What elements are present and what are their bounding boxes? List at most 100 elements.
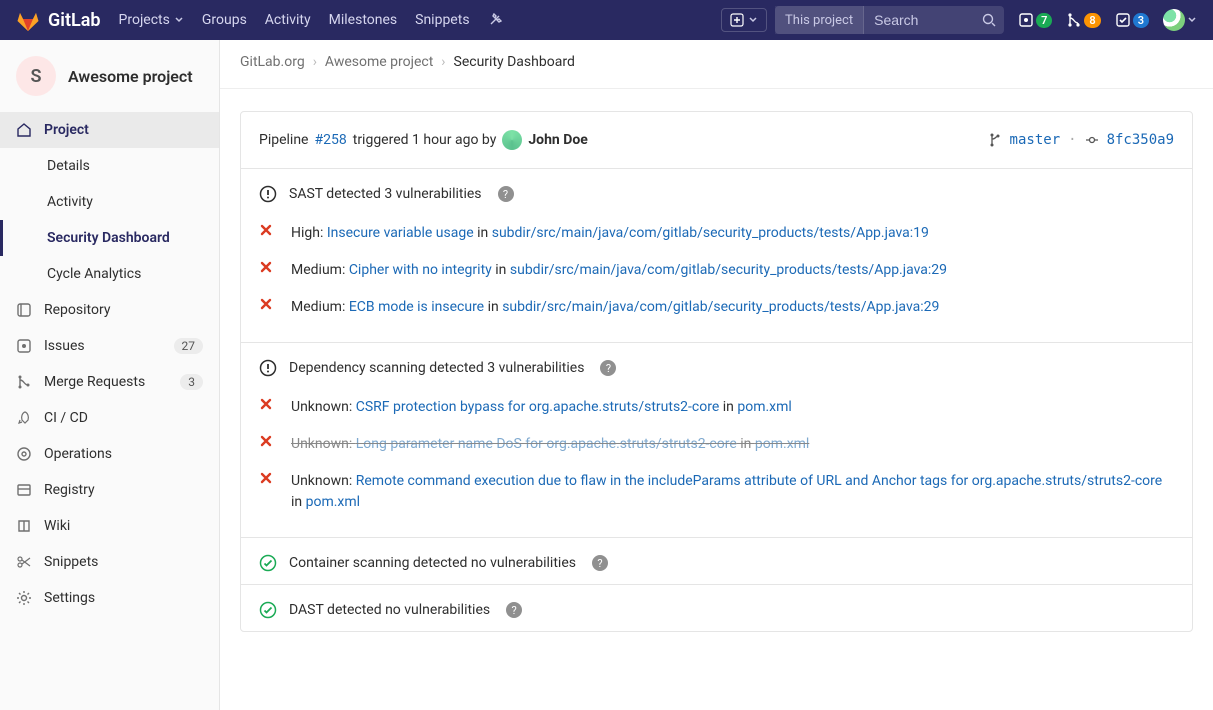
- vuln-name-link[interactable]: Long parameter name DoS for org.apache.s…: [356, 436, 737, 452]
- vuln-path-link[interactable]: subdir/src/main/java/com/gitlab/security…: [492, 225, 929, 241]
- sidebar-item-label: Merge Requests: [44, 374, 145, 390]
- vuln-path-link[interactable]: subdir/src/main/java/com/gitlab/security…: [502, 299, 939, 315]
- vuln-name-link[interactable]: Insecure variable usage: [327, 225, 474, 241]
- vuln-name-link[interactable]: ECB mode is insecure: [349, 299, 484, 315]
- sidebar-item-label: Snippets: [44, 554, 98, 570]
- search-input[interactable]: [864, 12, 974, 28]
- vuln-name-link[interactable]: Cipher with no integrity: [349, 262, 492, 278]
- sidebar-item-label: CI / CD: [44, 410, 88, 426]
- help-icon[interactable]: ?: [600, 360, 616, 376]
- nav-projects[interactable]: Projects: [119, 12, 184, 28]
- sidebar: S Awesome project Project Details Activi…: [0, 40, 220, 710]
- help-icon[interactable]: ?: [592, 555, 608, 571]
- issues-count: 27: [174, 338, 204, 354]
- x-icon: [259, 434, 277, 448]
- pipeline-id-link[interactable]: #258: [315, 132, 347, 148]
- sidebar-item-label: Wiki: [44, 518, 70, 534]
- branch-link[interactable]: master: [1010, 132, 1061, 148]
- pipeline-prefix: Pipeline: [259, 132, 309, 148]
- chevron-down-icon: [1187, 15, 1197, 25]
- breadcrumb-current: Security Dashboard: [454, 54, 575, 70]
- search-scope[interactable]: This project: [775, 6, 864, 34]
- sidebar-item-label: Project: [44, 122, 89, 138]
- topbar-merge-requests[interactable]: 8: [1066, 12, 1100, 28]
- check-icon: [259, 554, 277, 572]
- sidebar-sub-security-dashboard[interactable]: Security Dashboard: [0, 220, 219, 256]
- vuln-name-link[interactable]: Remote command execution due to flaw in …: [356, 473, 1162, 489]
- vuln-in: in: [737, 436, 755, 452]
- vulnerability-row: Medium: Cipher with no integrity in subd…: [259, 252, 1174, 289]
- breadcrumb-org[interactable]: GitLab.org: [240, 54, 305, 70]
- project-header[interactable]: S Awesome project: [0, 40, 219, 112]
- sidebar-item-snippets[interactable]: Snippets: [0, 544, 219, 580]
- vulnerability-row: Unknown: Long parameter name DoS for org…: [259, 426, 1174, 463]
- merge-icon: [16, 374, 32, 390]
- x-icon: [259, 471, 277, 485]
- sidebar-item-project[interactable]: Project: [0, 112, 219, 148]
- nav-admin-icon[interactable]: [488, 13, 502, 27]
- sast-title: SAST detected 3 vulnerabilities: [289, 186, 482, 202]
- check-icon: [259, 601, 277, 619]
- pipeline-suffix: triggered 1 hour ago by: [353, 132, 497, 148]
- brand[interactable]: GitLab: [48, 10, 101, 31]
- vulnerability-row: High: Insecure variable usage in subdir/…: [259, 215, 1174, 252]
- issues-icon: [1018, 12, 1034, 28]
- commit-link[interactable]: 8fc350a9: [1107, 132, 1174, 148]
- sidebar-sub-details[interactable]: Details: [0, 148, 219, 184]
- sidebar-item-registry[interactable]: Registry: [0, 472, 219, 508]
- nav-activity[interactable]: Activity: [265, 12, 311, 28]
- sast-section: SAST detected 3 vulnerabilities ? High: …: [241, 169, 1192, 343]
- gitlab-logo-icon[interactable]: [16, 8, 40, 32]
- sidebar-item-issues[interactable]: Issues 27: [0, 328, 219, 364]
- breadcrumb: GitLab.org › Awesome project › Security …: [220, 40, 1213, 89]
- search-button[interactable]: [974, 13, 1004, 27]
- vuln-path-link[interactable]: pom.xml: [306, 494, 360, 510]
- vuln-path-link[interactable]: pom.xml: [737, 399, 791, 415]
- user-menu[interactable]: [1163, 9, 1197, 31]
- vuln-path-link[interactable]: subdir/src/main/java/com/gitlab/security…: [510, 262, 947, 278]
- vuln-in: in: [484, 299, 502, 315]
- vuln-severity: Unknown:: [291, 436, 356, 452]
- topbar-todos[interactable]: 3: [1115, 12, 1149, 28]
- nav-snippets[interactable]: Snippets: [415, 12, 469, 28]
- top-nav: Projects Groups Activity Milestones Snip…: [119, 12, 502, 28]
- vuln-severity: High:: [291, 225, 327, 241]
- vulnerability-row: Medium: ECB mode is insecure in subdir/s…: [259, 289, 1174, 326]
- sidebar-item-merge-requests[interactable]: Merge Requests 3: [0, 364, 219, 400]
- vuln-severity: Medium:: [291, 262, 349, 278]
- registry-icon: [16, 482, 32, 498]
- help-icon[interactable]: ?: [506, 602, 522, 618]
- dast-section: DAST detected no vulnerabilities ?: [241, 585, 1192, 631]
- repository-icon: [16, 302, 32, 318]
- search-icon: [982, 13, 996, 27]
- nav-groups[interactable]: Groups: [202, 12, 247, 28]
- topbar-issues[interactable]: 7: [1018, 12, 1052, 28]
- vuln-in: in: [474, 225, 492, 241]
- todos-icon: [1115, 12, 1131, 28]
- sidebar-item-settings[interactable]: Settings: [0, 580, 219, 616]
- vuln-path-link[interactable]: pom.xml: [755, 436, 809, 452]
- help-icon[interactable]: ?: [498, 186, 514, 202]
- sidebar-sub-cycle-analytics[interactable]: Cycle Analytics: [0, 256, 219, 292]
- user-avatar-icon: [502, 130, 522, 150]
- vuln-severity: Unknown:: [291, 473, 356, 489]
- vuln-severity: Unknown:: [291, 399, 356, 415]
- sidebar-item-wiki[interactable]: Wiki: [0, 508, 219, 544]
- sidebar-item-repository[interactable]: Repository: [0, 292, 219, 328]
- new-button[interactable]: [721, 8, 767, 32]
- chevron-down-icon: [748, 15, 758, 25]
- gear-icon: [16, 590, 32, 606]
- merge-icon: [1066, 12, 1082, 28]
- vuln-name-link[interactable]: CSRF protection bypass for org.apache.st…: [356, 399, 720, 415]
- sidebar-sub-activity[interactable]: Activity: [0, 184, 219, 220]
- sidebar-item-cicd[interactable]: CI / CD: [0, 400, 219, 436]
- container-title: Container scanning detected no vulnerabi…: [289, 555, 576, 571]
- vuln-in: in: [719, 399, 737, 415]
- plus-icon: [730, 13, 744, 27]
- avatar-icon: [1163, 9, 1185, 31]
- sidebar-item-operations[interactable]: Operations: [0, 436, 219, 472]
- dep-title: Dependency scanning detected 3 vulnerabi…: [289, 360, 584, 376]
- x-icon: [259, 260, 277, 274]
- breadcrumb-project[interactable]: Awesome project: [325, 54, 433, 70]
- nav-milestones[interactable]: Milestones: [329, 12, 398, 28]
